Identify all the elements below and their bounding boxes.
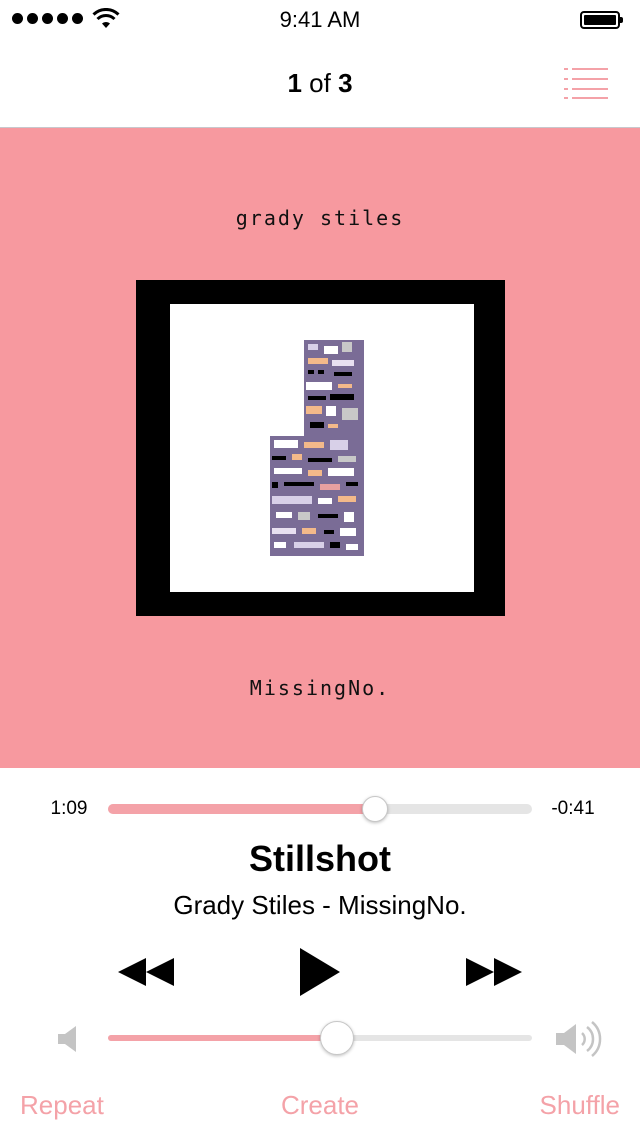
list-icon[interactable] [562,66,610,100]
song-title: Stillshot [249,838,391,879]
album-artwork: grady stiles MissingNo. [0,128,640,768]
status-time: 9:41 AM [279,7,361,32]
remaining-time: -0:41 [551,798,595,819]
track-of-label: of [309,68,331,98]
repeat-button[interactable]: Repeat [20,1090,104,1121]
progress-scrubber[interactable] [108,796,532,822]
battery-icon [580,11,624,31]
elapsed-time: 1:09 [50,798,88,819]
artwork-inner [170,304,474,592]
glitch-sprite-image [270,340,364,556]
rewind-icon[interactable] [116,944,176,1000]
shuffle-button[interactable]: Shuffle [540,1090,620,1121]
volume-slider[interactable] [108,1021,532,1055]
track-total: 3 [338,68,353,98]
volume-knob[interactable] [319,1021,354,1055]
nav-bar: 1 of 3 [0,40,640,128]
status-bar: 9:41 AM [0,0,640,40]
track-index: 1 [287,68,302,98]
volume-low-icon [58,1026,76,1052]
artwork-top-text: grady stiles [235,206,405,230]
play-icon[interactable] [296,944,344,1000]
volume-fill [108,1035,337,1041]
song-artist-album: Grady Stiles - MissingNo. [173,890,467,920]
volume-high-icon [556,1021,602,1057]
progress-fill [108,804,376,814]
progress-knob[interactable] [362,796,389,822]
fast-forward-icon[interactable] [464,944,526,1000]
artwork-frame [136,280,505,616]
create-button[interactable]: Create [281,1090,359,1120]
artwork-bottom-text: MissingNo. [249,676,391,700]
track-counter: 1 of 3 [0,68,640,99]
